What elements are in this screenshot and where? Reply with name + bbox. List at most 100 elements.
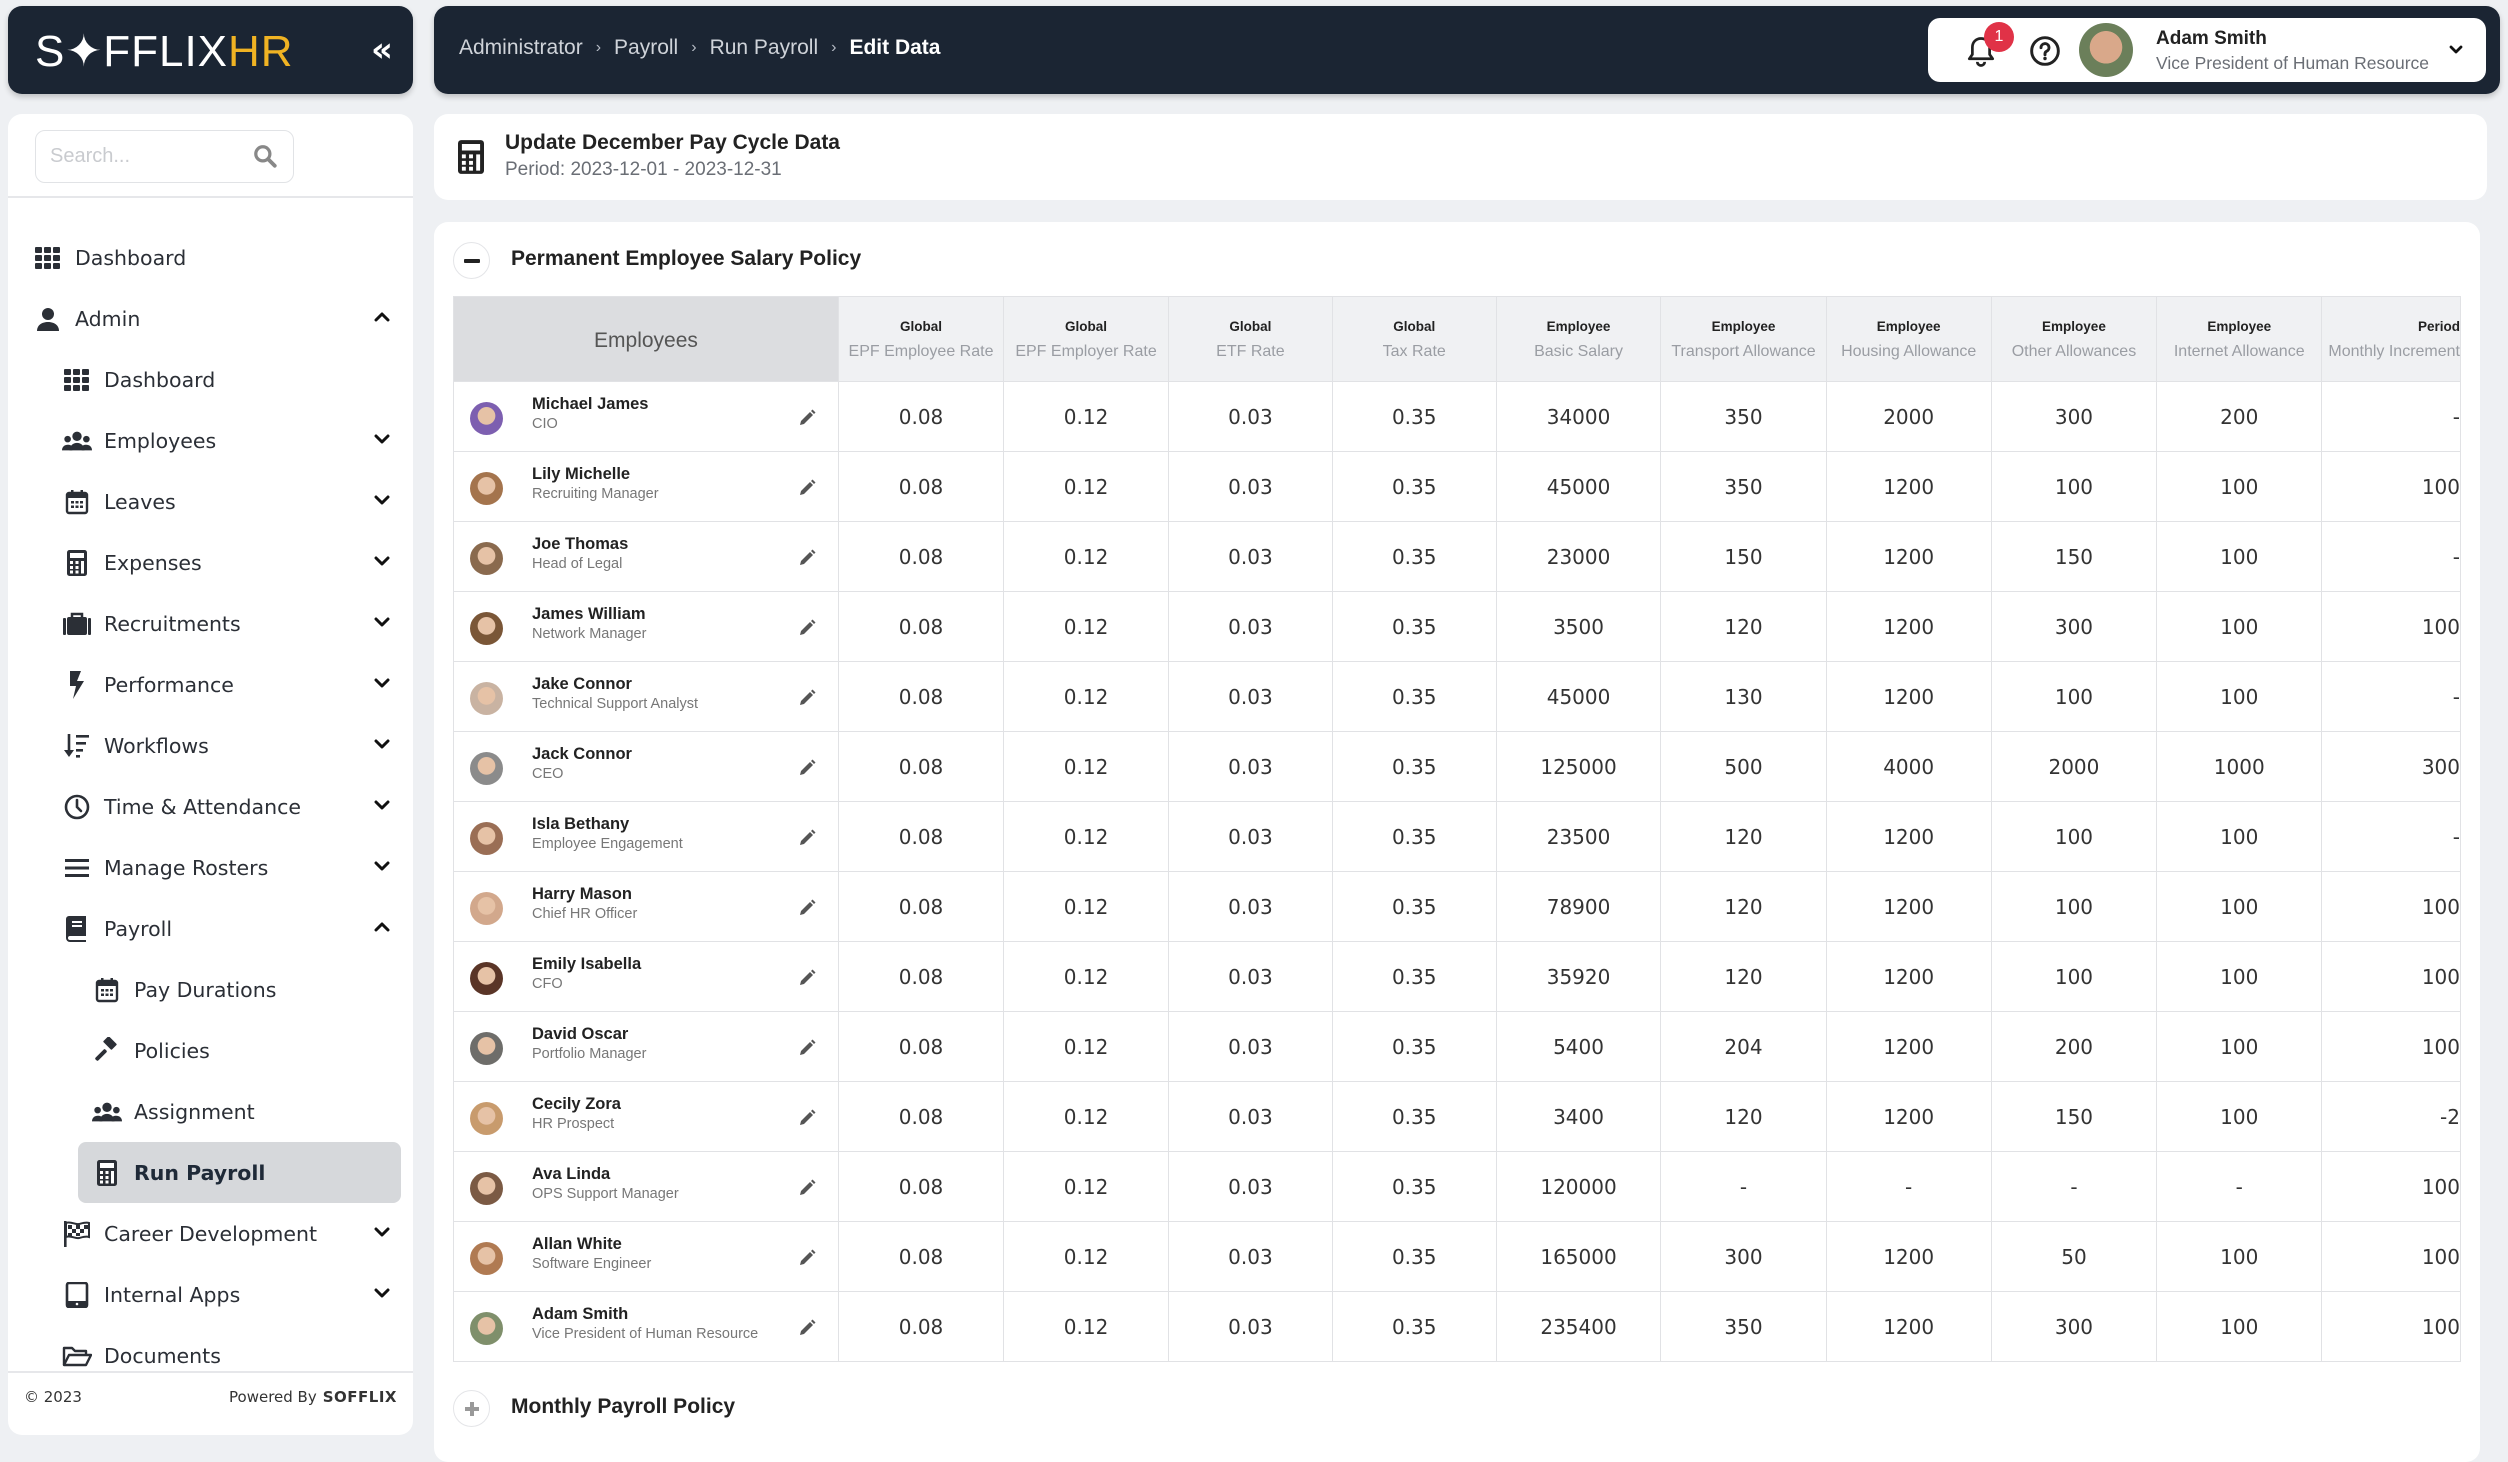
value-cell[interactable]: -: [2156, 1151, 2323, 1222]
value-cell[interactable]: 100: [2321, 941, 2461, 1012]
chevron-down-icon[interactable]: [373, 552, 391, 570]
value-cell[interactable]: 1200: [1825, 661, 1992, 732]
help-icon[interactable]: [2029, 35, 2061, 67]
value-cell[interactable]: -: [2321, 661, 2461, 732]
value-cell[interactable]: 100: [2321, 1151, 2461, 1222]
value-cell[interactable]: 0.35: [1331, 381, 1497, 452]
breadcrumb-item[interactable]: Run Payroll: [710, 36, 819, 60]
value-cell[interactable]: 100: [2321, 451, 2461, 522]
value-cell[interactable]: 0.03: [1168, 941, 1333, 1012]
value-cell[interactable]: 1200: [1825, 521, 1992, 592]
pencil-icon[interactable]: [798, 1249, 816, 1267]
value-cell[interactable]: 0.03: [1168, 381, 1333, 452]
chevron-down-icon[interactable]: [373, 735, 391, 753]
chevron-down-icon[interactable]: [373, 857, 391, 875]
value-cell[interactable]: 0.03: [1168, 1081, 1333, 1152]
value-cell[interactable]: 120: [1660, 941, 1827, 1012]
value-cell[interactable]: 200: [2156, 381, 2323, 452]
value-cell[interactable]: 0.03: [1168, 1011, 1333, 1082]
value-cell[interactable]: 23000: [1495, 521, 1662, 592]
value-cell[interactable]: 100: [2321, 591, 2461, 662]
sidebar-search[interactable]: [35, 130, 294, 183]
sidebar-item-time-attendance[interactable]: Time & Attendance: [8, 776, 413, 837]
pencil-icon[interactable]: [798, 969, 816, 987]
value-cell[interactable]: 0.08: [837, 381, 1005, 452]
value-cell[interactable]: 0.12: [1003, 1081, 1170, 1152]
value-cell[interactable]: 0.03: [1168, 801, 1333, 872]
value-cell[interactable]: 45000: [1495, 661, 1662, 732]
chevron-down-icon[interactable]: [373, 491, 391, 509]
value-cell[interactable]: 0.35: [1331, 451, 1497, 522]
value-cell[interactable]: 0.35: [1331, 521, 1497, 592]
value-cell[interactable]: 34000: [1495, 381, 1662, 452]
pencil-icon[interactable]: [798, 619, 816, 637]
value-cell[interactable]: 500: [1660, 731, 1827, 802]
value-cell[interactable]: 78900: [1495, 871, 1662, 942]
value-cell[interactable]: 300: [2321, 731, 2461, 802]
value-cell[interactable]: 0.08: [837, 661, 1005, 732]
value-cell[interactable]: 0.03: [1168, 1221, 1333, 1292]
value-cell[interactable]: 100: [1990, 871, 2158, 942]
value-cell[interactable]: 0.03: [1168, 871, 1333, 942]
value-cell[interactable]: -: [2321, 801, 2461, 872]
value-cell[interactable]: 100: [1990, 941, 2158, 1012]
value-cell[interactable]: 0.35: [1331, 1011, 1497, 1082]
value-cell[interactable]: 45000: [1495, 451, 1662, 522]
value-cell[interactable]: 0.03: [1168, 731, 1333, 802]
value-cell[interactable]: 0.35: [1331, 941, 1497, 1012]
pencil-icon[interactable]: [798, 1179, 816, 1197]
value-cell[interactable]: 100: [2156, 801, 2323, 872]
value-cell[interactable]: 0.35: [1331, 1151, 1497, 1222]
value-cell[interactable]: 0.12: [1003, 801, 1170, 872]
value-cell[interactable]: 0.08: [837, 941, 1005, 1012]
search-input[interactable]: [50, 131, 250, 181]
value-cell[interactable]: 100: [2156, 1291, 2323, 1362]
value-cell[interactable]: 150: [1660, 521, 1827, 592]
value-cell[interactable]: 0.12: [1003, 521, 1170, 592]
value-cell[interactable]: 100: [2156, 871, 2323, 942]
value-cell[interactable]: 0.03: [1168, 451, 1333, 522]
search-icon[interactable]: [252, 143, 278, 169]
value-cell[interactable]: 0.08: [837, 1291, 1005, 1362]
pencil-icon[interactable]: [798, 549, 816, 567]
value-cell[interactable]: 350: [1660, 1291, 1827, 1362]
pencil-icon[interactable]: [798, 479, 816, 497]
value-cell[interactable]: 5400: [1495, 1011, 1662, 1082]
value-cell[interactable]: 0.08: [837, 521, 1005, 592]
pencil-icon[interactable]: [798, 689, 816, 707]
sidebar-item-dashboard[interactable]: Dashboard: [8, 227, 413, 288]
value-cell[interactable]: -: [1825, 1151, 1992, 1222]
value-cell[interactable]: 300: [1990, 1291, 2158, 1362]
chevron-up-icon[interactable]: [373, 308, 391, 326]
salary-table-scroll[interactable]: Employees Global EPF Employee Rate Global EP…: [453, 296, 2461, 1364]
value-cell[interactable]: 0.12: [1003, 1151, 1170, 1222]
value-cell[interactable]: 1200: [1825, 941, 1992, 1012]
value-cell[interactable]: 2000: [1825, 381, 1992, 452]
value-cell[interactable]: 100: [2156, 1221, 2323, 1292]
value-cell[interactable]: 120: [1660, 1081, 1827, 1152]
value-cell[interactable]: 0.08: [837, 591, 1005, 662]
value-cell[interactable]: 0.08: [837, 1151, 1005, 1222]
sidebar-item-expenses[interactable]: Expenses: [8, 532, 413, 593]
value-cell[interactable]: 50: [1990, 1221, 2158, 1292]
value-cell[interactable]: 200: [1990, 1011, 2158, 1082]
value-cell[interactable]: 0.12: [1003, 871, 1170, 942]
collapse-policy-button[interactable]: [453, 242, 490, 279]
value-cell[interactable]: 0.03: [1168, 1291, 1333, 1362]
chevron-down-icon[interactable]: [373, 613, 391, 631]
pencil-icon[interactable]: [798, 1319, 816, 1337]
sidebar-item-payroll[interactable]: Payroll: [8, 898, 413, 959]
value-cell[interactable]: 1000: [2156, 731, 2323, 802]
value-cell[interactable]: 125000: [1495, 731, 1662, 802]
value-cell[interactable]: 35920: [1495, 941, 1662, 1012]
value-cell[interactable]: 0.35: [1331, 801, 1497, 872]
pencil-icon[interactable]: [798, 1109, 816, 1127]
value-cell[interactable]: 0.12: [1003, 591, 1170, 662]
value-cell[interactable]: 100: [1990, 661, 2158, 732]
chevron-down-icon[interactable]: [373, 674, 391, 692]
value-cell[interactable]: 100: [1990, 451, 2158, 522]
collapse-sidebar-button[interactable]: «: [371, 30, 393, 70]
pencil-icon[interactable]: [798, 1039, 816, 1057]
value-cell[interactable]: -: [2321, 521, 2461, 592]
value-cell[interactable]: 0.12: [1003, 1011, 1170, 1082]
